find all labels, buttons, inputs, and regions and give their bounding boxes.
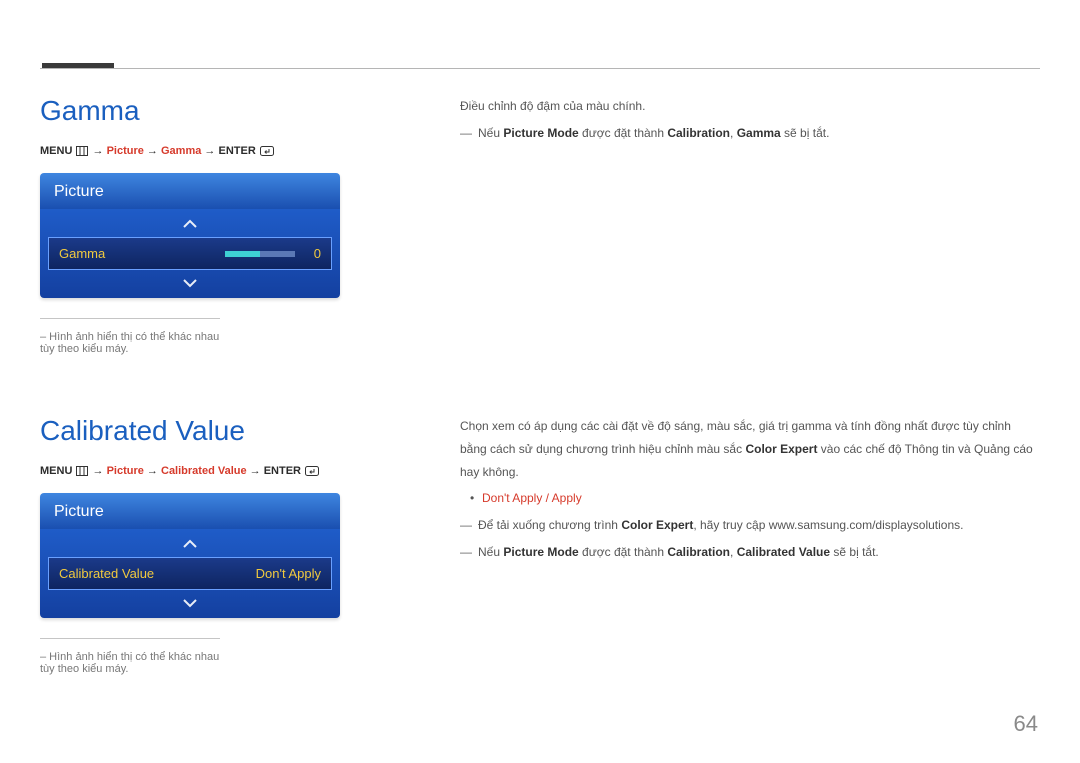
chevron-up-icon[interactable]: [40, 535, 340, 553]
section-gamma: Gamma MENU → Picture → Gamma → ENTER Pic…: [40, 95, 1040, 355]
calibrated-note2: Nếu Picture Mode được đặt thành Calibrat…: [460, 541, 1040, 564]
note2-mid: được đặt thành: [579, 545, 668, 559]
calibrated-description: Chọn xem có áp dụng các cài đặt về độ sá…: [440, 415, 1040, 568]
header-rule-bold: [42, 63, 114, 68]
calibrated-title: Calibrated Value: [40, 415, 440, 447]
note-picture-mode: Picture Mode: [503, 126, 578, 140]
chevron-down-icon[interactable]: [40, 274, 340, 292]
calibrated-footnote: – Hình ảnh hiển thị có thể khác nhau tùy…: [40, 638, 220, 675]
osd-gamma-row[interactable]: Gamma 0: [48, 237, 332, 270]
note-mid: được đặt thành: [579, 126, 668, 140]
gamma-desc-line1: Điều chỉnh độ đậm của màu chính.: [460, 95, 1040, 118]
menu-path-prefix: MENU: [40, 145, 75, 157]
gamma-osd: Picture Gamma 0: [40, 173, 340, 298]
note2-sep: ,: [730, 545, 737, 559]
gamma-title: Gamma: [40, 95, 440, 127]
page-content: Gamma MENU → Picture → Gamma → ENTER Pic…: [40, 60, 1040, 675]
calibrated-options: Don't Apply / Apply: [460, 487, 1040, 510]
note-prefix: Nếu: [478, 126, 503, 140]
calibrated-left-col: Calibrated Value MENU → Picture → Calibr…: [40, 415, 440, 675]
note-sep: ,: [730, 126, 737, 140]
osd-row-value: Don't Apply: [256, 566, 321, 581]
osd-row-label: Calibrated Value: [59, 566, 154, 581]
option-apply: Apply: [552, 491, 582, 505]
note1-color-expert: Color Expert: [621, 518, 693, 532]
note2-picture-mode: Picture Mode: [503, 545, 578, 559]
chevron-up-icon[interactable]: [40, 215, 340, 233]
calibrated-note1: Để tải xuống chương trình Color Expert, …: [460, 514, 1040, 537]
note2-prefix: Nếu: [478, 545, 503, 559]
osd-calibrated-row[interactable]: Calibrated Value Don't Apply: [48, 557, 332, 590]
note2-suffix: sẽ bị tắt.: [830, 545, 879, 559]
osd-body: Calibrated Value Don't Apply: [40, 529, 340, 618]
menu-grid-icon: [76, 146, 88, 159]
note2-calibration: Calibration: [667, 545, 730, 559]
osd-body: Gamma 0: [40, 209, 340, 298]
gamma-desc-note: Nếu Picture Mode được đặt thành Calibrat…: [460, 122, 1040, 145]
osd-row-value: 0: [307, 246, 321, 261]
chevron-down-icon[interactable]: [40, 594, 340, 612]
calibrated-menu-path: MENU → Picture → Calibrated Value → ENTE…: [40, 465, 440, 479]
note-suffix: sẽ bị tắt.: [781, 126, 830, 140]
menu-path-calibrated: Calibrated Value: [161, 465, 247, 477]
note1-suffix: , hãy truy cập www.samsung.com/displayso…: [693, 518, 963, 532]
calibrated-osd: Picture Calibrated Value Don't Apply: [40, 493, 340, 618]
menu-path-gamma: Gamma: [161, 145, 201, 157]
osd-header: Picture: [40, 173, 340, 209]
note1-prefix: Để tải xuống chương trình: [478, 518, 621, 532]
section-calibrated: Calibrated Value MENU → Picture → Calibr…: [40, 415, 1040, 675]
menu-path-enter: ENTER: [218, 145, 255, 157]
page-number: 64: [1014, 711, 1038, 737]
enter-icon: [260, 146, 274, 159]
option-dont-apply: Don't Apply: [482, 491, 542, 505]
osd-header: Picture: [40, 493, 340, 529]
menu-path-prefix: MENU: [40, 465, 75, 477]
menu-path-picture: Picture: [107, 145, 144, 157]
header-rule: [40, 68, 1040, 69]
option-sep: /: [542, 491, 551, 505]
note-calibration: Calibration: [667, 126, 730, 140]
gamma-footnote: – Hình ảnh hiển thị có thể khác nhau tùy…: [40, 318, 220, 355]
menu-path-enter: ENTER: [264, 465, 301, 477]
menu-grid-icon: [76, 466, 88, 479]
gamma-left-col: Gamma MENU → Picture → Gamma → ENTER Pic…: [40, 95, 440, 355]
note-gamma: Gamma: [737, 126, 781, 140]
osd-row-label: Gamma: [59, 246, 105, 261]
gamma-menu-path: MENU → Picture → Gamma → ENTER: [40, 145, 440, 159]
calibrated-desc-line1: Chọn xem có áp dụng các cài đặt về độ sá…: [460, 415, 1040, 483]
gamma-description: Điều chỉnh độ đậm của màu chính. Nếu Pic…: [440, 95, 1040, 149]
enter-icon: [305, 466, 319, 479]
menu-path-picture: Picture: [107, 465, 144, 477]
note2-calibrated-value: Calibrated Value: [737, 545, 830, 559]
gamma-slider[interactable]: [225, 251, 295, 257]
desc-color-expert: Color Expert: [745, 442, 817, 456]
